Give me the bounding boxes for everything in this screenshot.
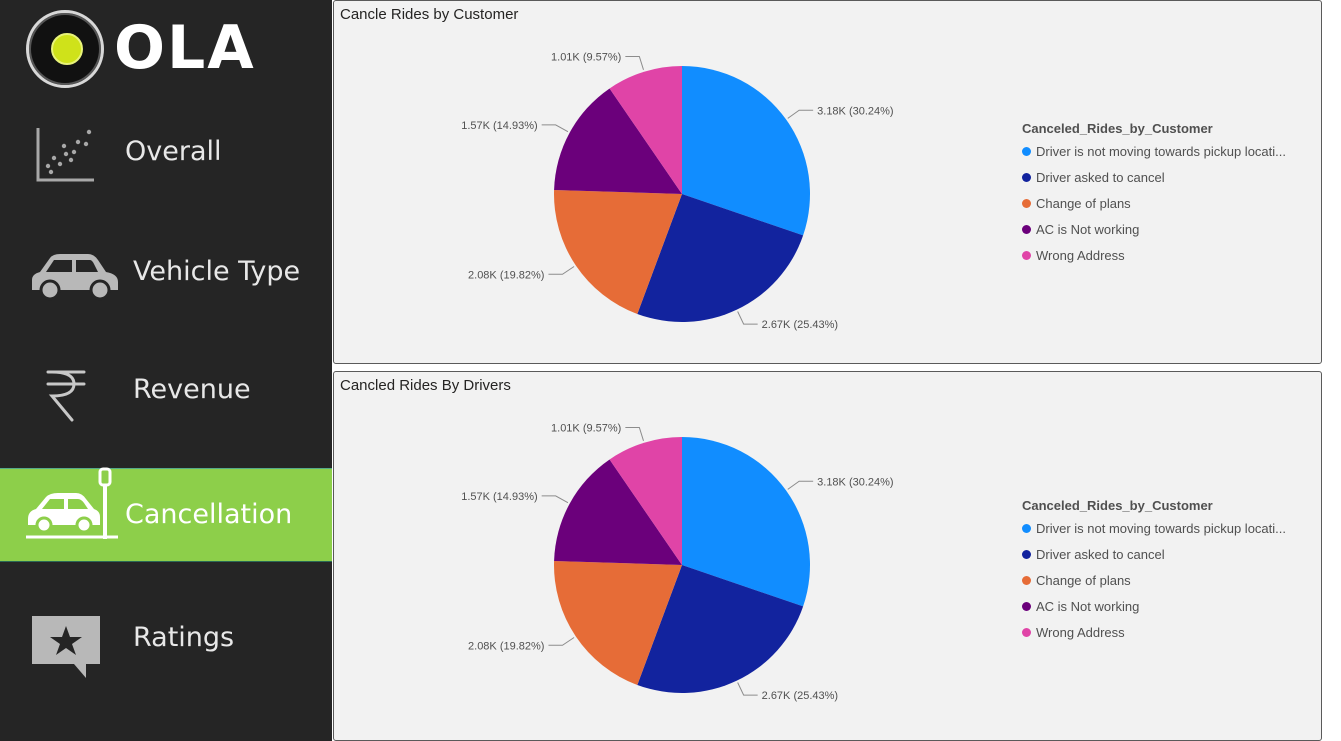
sidebar-item-ratings[interactable]: Ratings: [0, 594, 332, 686]
logo-text: OLA: [114, 13, 256, 83]
rupee-icon: [46, 370, 86, 422]
ola-logo: OLA: [24, 8, 264, 90]
chart-legend: Canceled_Rides_by_Customer Driver is not…: [1022, 494, 1317, 648]
leader-line: [737, 311, 758, 325]
legend-label: Driver is not moving towards pickup loca…: [1036, 521, 1286, 536]
sidebar-item-label: Vehicle Type: [133, 256, 301, 287]
leader-line: [625, 55, 644, 70]
legend-item[interactable]: Driver asked to cancel: [1022, 544, 1317, 570]
legend-label: Driver is not moving towards pickup loca…: [1036, 144, 1286, 159]
legend-label: Wrong Address: [1036, 248, 1125, 263]
sidebar-item-label: Cancellation: [125, 499, 293, 530]
legend-dot: [1022, 199, 1031, 208]
sidebar-item-vehicle-type[interactable]: Vehicle Type: [0, 228, 332, 320]
sidebar-item-label: Overall: [125, 136, 222, 167]
legend-label: Driver asked to cancel: [1036, 170, 1165, 185]
legend-dot: [1022, 147, 1031, 156]
scatter-chart-icon: [36, 128, 94, 182]
data-label: 1.01K (9.57%): [551, 422, 621, 434]
legend-label: AC is Not working: [1036, 599, 1140, 614]
legend-dot: [1022, 550, 1031, 559]
leader-line: [737, 682, 758, 696]
ola-logo-mark-icon: [26, 10, 104, 88]
legend-title: Canceled_Rides_by_Customer: [1022, 121, 1213, 136]
legend-dot: [1022, 602, 1031, 611]
pie-chart-customer: 3.18K (30.24%) 2.67K (25.43%) 2.08K (19.82…: [461, 51, 893, 331]
legend-label: Change of plans: [1036, 573, 1131, 588]
data-label: 3.18K (30.24%): [817, 476, 893, 488]
chart-panel-customer[interactable]: Cancle Rides by Customer 3.18K (30.24%) 2…: [333, 0, 1322, 364]
legend-label: Driver asked to cancel: [1036, 547, 1165, 562]
legend-item[interactable]: Wrong Address: [1022, 245, 1317, 271]
chart-legend: Canceled_Rides_by_Customer Driver is not…: [1022, 117, 1317, 271]
legend-dot: [1022, 576, 1031, 585]
data-label: 1.57K (14.93%): [461, 120, 537, 132]
legend-item[interactable]: AC is Not working: [1022, 596, 1317, 622]
legend-item[interactable]: Driver is not moving towards pickup loca…: [1022, 141, 1317, 167]
data-label: 3.18K (30.24%): [817, 105, 893, 117]
legend-label: AC is Not working: [1036, 222, 1140, 237]
legend-item[interactable]: Driver is not moving towards pickup loca…: [1022, 518, 1317, 544]
leader-line: [548, 637, 575, 646]
leader-line: [787, 109, 814, 119]
sidebar-item-label: Ratings: [133, 622, 235, 653]
sidebar: OLA Overall Vehicle Type Revenue Cancell…: [0, 0, 332, 741]
legend-title: Canceled_Rides_by_Customer: [1022, 498, 1213, 513]
data-label: 1.57K (14.93%): [461, 491, 537, 503]
data-label: 2.67K (25.43%): [762, 690, 838, 702]
legend-dot: [1022, 173, 1031, 182]
car-icon: [32, 254, 118, 301]
legend-dot: [1022, 251, 1031, 260]
data-label: 1.01K (9.57%): [551, 51, 621, 63]
legend-dot: [1022, 524, 1031, 533]
legend-label: Wrong Address: [1036, 625, 1125, 640]
sidebar-item-label: Revenue: [133, 374, 251, 405]
leader-line: [541, 495, 569, 504]
leader-line: [787, 480, 814, 490]
pie-chart-drivers: 3.18K (30.24%) 2.67K (25.43%) 2.08K (19.82…: [461, 422, 893, 702]
legend-label: Change of plans: [1036, 196, 1131, 211]
legend-item[interactable]: Change of plans: [1022, 193, 1317, 219]
main-content: Cancle Rides by Customer 3.18K (30.24%) 2…: [333, 0, 1341, 741]
leader-line: [625, 426, 644, 441]
legend-item[interactable]: Driver asked to cancel: [1022, 167, 1317, 193]
legend-item[interactable]: AC is Not working: [1022, 219, 1317, 245]
data-label: 2.67K (25.43%): [762, 319, 838, 331]
legend-item[interactable]: Wrong Address: [1022, 622, 1317, 648]
data-label: 2.08K (19.82%): [468, 269, 544, 281]
sidebar-item-cancellation[interactable]: Cancellation: [0, 467, 332, 562]
data-label: 2.08K (19.82%): [468, 640, 544, 652]
chart-panel-drivers[interactable]: Cancled Rides By Drivers 3.18K (30.24%) 2…: [333, 371, 1322, 741]
legend-dot: [1022, 628, 1031, 637]
leader-line: [541, 124, 569, 133]
car-crash-icon: [26, 467, 118, 539]
legend-dot: [1022, 225, 1031, 234]
sidebar-item-overall[interactable]: Overall: [0, 108, 332, 200]
star-speech-bubble-icon: [32, 616, 100, 678]
legend-item[interactable]: Change of plans: [1022, 570, 1317, 596]
leader-line: [548, 266, 575, 275]
sidebar-item-revenue[interactable]: Revenue: [0, 346, 332, 438]
